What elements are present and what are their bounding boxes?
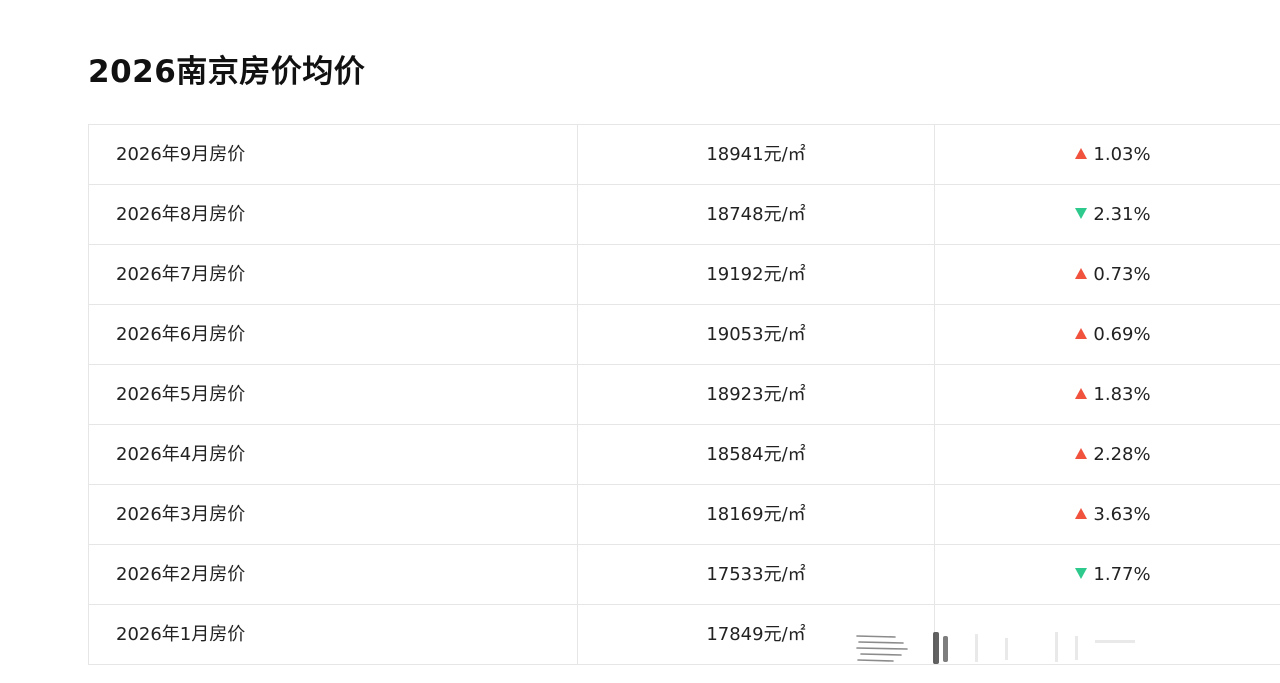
table-row: 2026年8月房价 18748元/㎡ 2.31%: [88, 184, 1280, 245]
price-cell: 19192元/㎡: [577, 244, 935, 305]
month-cell: 2026年8月房价: [88, 184, 578, 245]
arrow-down-icon: [1075, 567, 1088, 579]
price-cell: 17849元/㎡: [577, 604, 935, 665]
price-cell: 18941元/㎡: [577, 124, 935, 185]
change-cell: 2.31%: [934, 184, 1280, 245]
table-row: 2026年3月房价 18169元/㎡ 3.63%: [88, 484, 1280, 545]
month-cell: 2026年7月房价: [88, 244, 578, 305]
arrow-up-icon: [1075, 267, 1088, 279]
price-table: 2026年9月房价 18941元/㎡ 1.03% 2026年8月房价 18748…: [88, 124, 1280, 665]
change-cell: 0.69%: [934, 304, 1280, 365]
month-cell: 2026年2月房价: [88, 544, 578, 605]
change-cell: 0.73%: [934, 244, 1280, 305]
price-cell: 18923元/㎡: [577, 364, 935, 425]
arrow-up-icon: [1075, 387, 1088, 399]
arrow-up-icon: [1075, 147, 1088, 159]
change-cell: 2.28%: [934, 424, 1280, 485]
table-row: 2026年9月房价 18941元/㎡ 1.03%: [88, 124, 1280, 185]
change-value: 3.63%: [1093, 504, 1151, 525]
change-value: 1.83%: [1093, 384, 1151, 405]
change-cell: 1.83%: [934, 364, 1280, 425]
table-row: 2026年4月房价 18584元/㎡ 2.28%: [88, 424, 1280, 485]
price-cell: 18748元/㎡: [577, 184, 935, 245]
arrow-up-icon: [1075, 507, 1088, 519]
table-row: 2026年1月房价 17849元/㎡: [88, 604, 1280, 665]
table-row: 2026年6月房价 19053元/㎡ 0.69%: [88, 304, 1280, 365]
month-cell: 2026年6月房价: [88, 304, 578, 365]
table-row: 2026年5月房价 18923元/㎡ 1.83%: [88, 364, 1280, 425]
price-cell: 17533元/㎡: [577, 544, 935, 605]
page-title: 2026南京房价均价: [88, 54, 366, 90]
price-cell: 18169元/㎡: [577, 484, 935, 545]
month-cell: 2026年5月房价: [88, 364, 578, 425]
price-cell: 18584元/㎡: [577, 424, 935, 485]
change-value: 2.28%: [1093, 444, 1151, 465]
change-cell: 1.77%: [934, 544, 1280, 605]
month-cell: 2026年3月房价: [88, 484, 578, 545]
arrow-down-icon: [1075, 207, 1088, 219]
table-row: 2026年7月房价 19192元/㎡ 0.73%: [88, 244, 1280, 305]
arrow-up-icon: [1075, 327, 1088, 339]
change-value: 1.77%: [1093, 564, 1151, 585]
month-cell: 2026年1月房价: [88, 604, 578, 665]
change-value: 0.69%: [1093, 324, 1151, 345]
change-cell: 1.03%: [934, 124, 1280, 185]
change-value: 2.31%: [1093, 204, 1151, 225]
price-cell: 19053元/㎡: [577, 304, 935, 365]
month-cell: 2026年4月房价: [88, 424, 578, 485]
change-cell: [934, 604, 1280, 665]
month-cell: 2026年9月房价: [88, 124, 578, 185]
change-value: 0.73%: [1093, 264, 1151, 285]
change-cell: 3.63%: [934, 484, 1280, 545]
arrow-up-icon: [1075, 447, 1088, 459]
table-row: 2026年2月房价 17533元/㎡ 1.77%: [88, 544, 1280, 605]
change-value: 1.03%: [1093, 144, 1151, 165]
